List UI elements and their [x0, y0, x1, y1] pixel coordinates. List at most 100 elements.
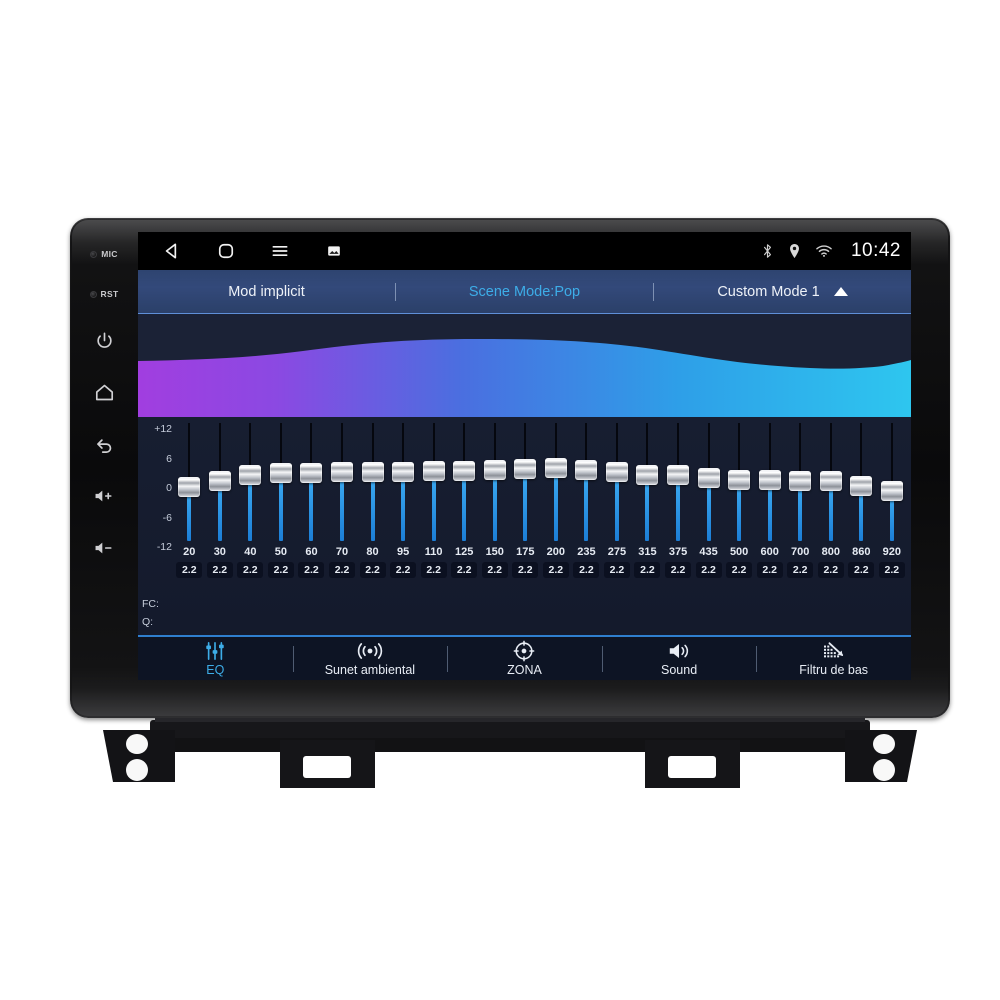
band-q-value[interactable]: 2.2: [848, 562, 875, 578]
band-q-value[interactable]: 2.2: [603, 562, 630, 578]
nav-home-button[interactable]: [214, 239, 238, 263]
back-button[interactable]: [76, 418, 132, 470]
mode-scene[interactable]: Scene Mode:Pop: [396, 284, 653, 300]
tab-sound[interactable]: Sound: [601, 637, 757, 680]
band-q-value[interactable]: 2.2: [237, 562, 264, 578]
slider-track-upper: [799, 423, 802, 474]
nav-screenshot-button[interactable]: [322, 239, 346, 263]
eq-band-slider[interactable]: [726, 423, 752, 541]
nav-menu-button[interactable]: [268, 239, 292, 263]
tab-zona[interactable]: ZONA: [447, 637, 602, 680]
slider-knob[interactable]: [453, 460, 476, 481]
eq-band-slider[interactable]: [451, 423, 477, 541]
band-q-value[interactable]: 2.2: [634, 562, 661, 578]
band-q-value[interactable]: 2.2: [481, 562, 508, 578]
band-q-value[interactable]: 2.2: [726, 562, 753, 578]
slider-knob[interactable]: [819, 470, 842, 491]
eq-band-slider[interactable]: [298, 423, 324, 541]
caret-up-icon[interactable]: [833, 287, 848, 296]
eq-band-slider[interactable]: [665, 423, 691, 541]
slider-knob[interactable]: [697, 468, 720, 489]
slider-knob[interactable]: [575, 459, 598, 480]
eq-band-slider[interactable]: [543, 423, 569, 541]
band-q-value[interactable]: 2.2: [359, 562, 386, 578]
slider-knob[interactable]: [483, 460, 506, 481]
eq-band-slider[interactable]: [787, 423, 813, 541]
slider-knob[interactable]: [178, 476, 201, 497]
band-q-value[interactable]: 2.2: [573, 562, 600, 578]
slider-knob[interactable]: [361, 462, 384, 483]
slider-knob[interactable]: [422, 461, 445, 482]
slider-knob[interactable]: [331, 461, 353, 482]
power-button[interactable]: [76, 314, 132, 366]
slider-knob[interactable]: [880, 480, 903, 501]
reset-button[interactable]: RST: [76, 274, 132, 314]
slider-knob[interactable]: [300, 463, 323, 484]
band-q-value[interactable]: 2.2: [695, 562, 722, 578]
band-q-value[interactable]: 2.2: [176, 562, 203, 578]
eq-band-slider[interactable]: [696, 423, 722, 541]
eq-band-slider[interactable]: [757, 423, 783, 541]
eq-band-slider[interactable]: [818, 423, 844, 541]
home-button[interactable]: [76, 366, 132, 418]
eq-band-slider[interactable]: [268, 423, 294, 541]
tab-sunet-ambiental[interactable]: Sunet ambiental: [292, 637, 448, 680]
slider-knob[interactable]: [636, 464, 659, 485]
eq-band-slider[interactable]: [237, 423, 263, 541]
volume-up-button[interactable]: [76, 470, 132, 522]
eq-band-slider[interactable]: [482, 423, 508, 541]
eq-band-slider[interactable]: [604, 423, 630, 541]
eq-band-slider[interactable]: [879, 423, 905, 541]
band-q-value[interactable]: 2.2: [298, 562, 325, 578]
eq-band-slider[interactable]: [573, 423, 599, 541]
band-q-value[interactable]: 2.2: [817, 562, 844, 578]
nav-back-button[interactable]: [160, 239, 184, 263]
eq-band: 70 2.2: [327, 423, 358, 578]
band-q-value[interactable]: 2.2: [390, 562, 417, 578]
band-q-value[interactable]: 2.2: [267, 562, 294, 578]
q-row-label: Q:: [142, 616, 154, 628]
band-q-value[interactable]: 2.2: [420, 562, 447, 578]
band-q-value[interactable]: 2.2: [878, 562, 905, 578]
eq-band-slider[interactable]: [512, 423, 538, 541]
tab-eq[interactable]: EQ: [138, 637, 293, 680]
eq-band-slider[interactable]: [390, 423, 416, 541]
eq-band-slider[interactable]: [207, 423, 233, 541]
slider-track-lower: [370, 479, 375, 541]
bracket-svg: [103, 718, 917, 788]
band-q-value[interactable]: 2.2: [665, 562, 692, 578]
band-frequency-label: 60: [305, 546, 318, 558]
slider-knob[interactable]: [208, 470, 231, 491]
slider-knob[interactable]: [789, 470, 812, 491]
slider-knob[interactable]: [850, 475, 873, 496]
band-q-value[interactable]: 2.2: [787, 562, 814, 578]
mode-custom[interactable]: Custom Mode 1: [654, 284, 911, 300]
eq-band-slider[interactable]: [848, 423, 874, 541]
slider-knob[interactable]: [667, 465, 690, 486]
eq-band-slider[interactable]: [634, 423, 660, 541]
slider-knob[interactable]: [605, 461, 628, 482]
slider-knob[interactable]: [514, 459, 537, 480]
slider-knob[interactable]: [392, 461, 415, 482]
band-q-value[interactable]: 2.2: [206, 562, 233, 578]
tab-filtru-de-bas[interactable]: Filtru de bas: [756, 637, 911, 680]
band-q-value[interactable]: 2.2: [512, 562, 539, 578]
band-q-value[interactable]: 2.2: [329, 562, 355, 578]
band-q-value[interactable]: 2.2: [451, 562, 478, 578]
slider-knob[interactable]: [239, 465, 262, 486]
mode-default[interactable]: Mod implicit: [138, 284, 395, 300]
band-q-value[interactable]: 2.2: [756, 562, 783, 578]
bass-filter-icon: [822, 641, 846, 662]
volume-down-button[interactable]: [76, 522, 132, 574]
band-q-value[interactable]: 2.2: [542, 562, 569, 578]
mic-button[interactable]: MIC: [76, 234, 132, 274]
slider-knob[interactable]: [728, 470, 751, 491]
slider-knob[interactable]: [269, 462, 292, 483]
slider-knob[interactable]: [544, 458, 567, 479]
eq-band-slider[interactable]: [329, 423, 355, 541]
eq-band: 600 2.2: [754, 423, 785, 578]
eq-band-slider[interactable]: [176, 423, 202, 541]
eq-band-slider[interactable]: [421, 423, 447, 541]
slider-knob[interactable]: [758, 470, 781, 491]
eq-band-slider[interactable]: [360, 423, 386, 541]
